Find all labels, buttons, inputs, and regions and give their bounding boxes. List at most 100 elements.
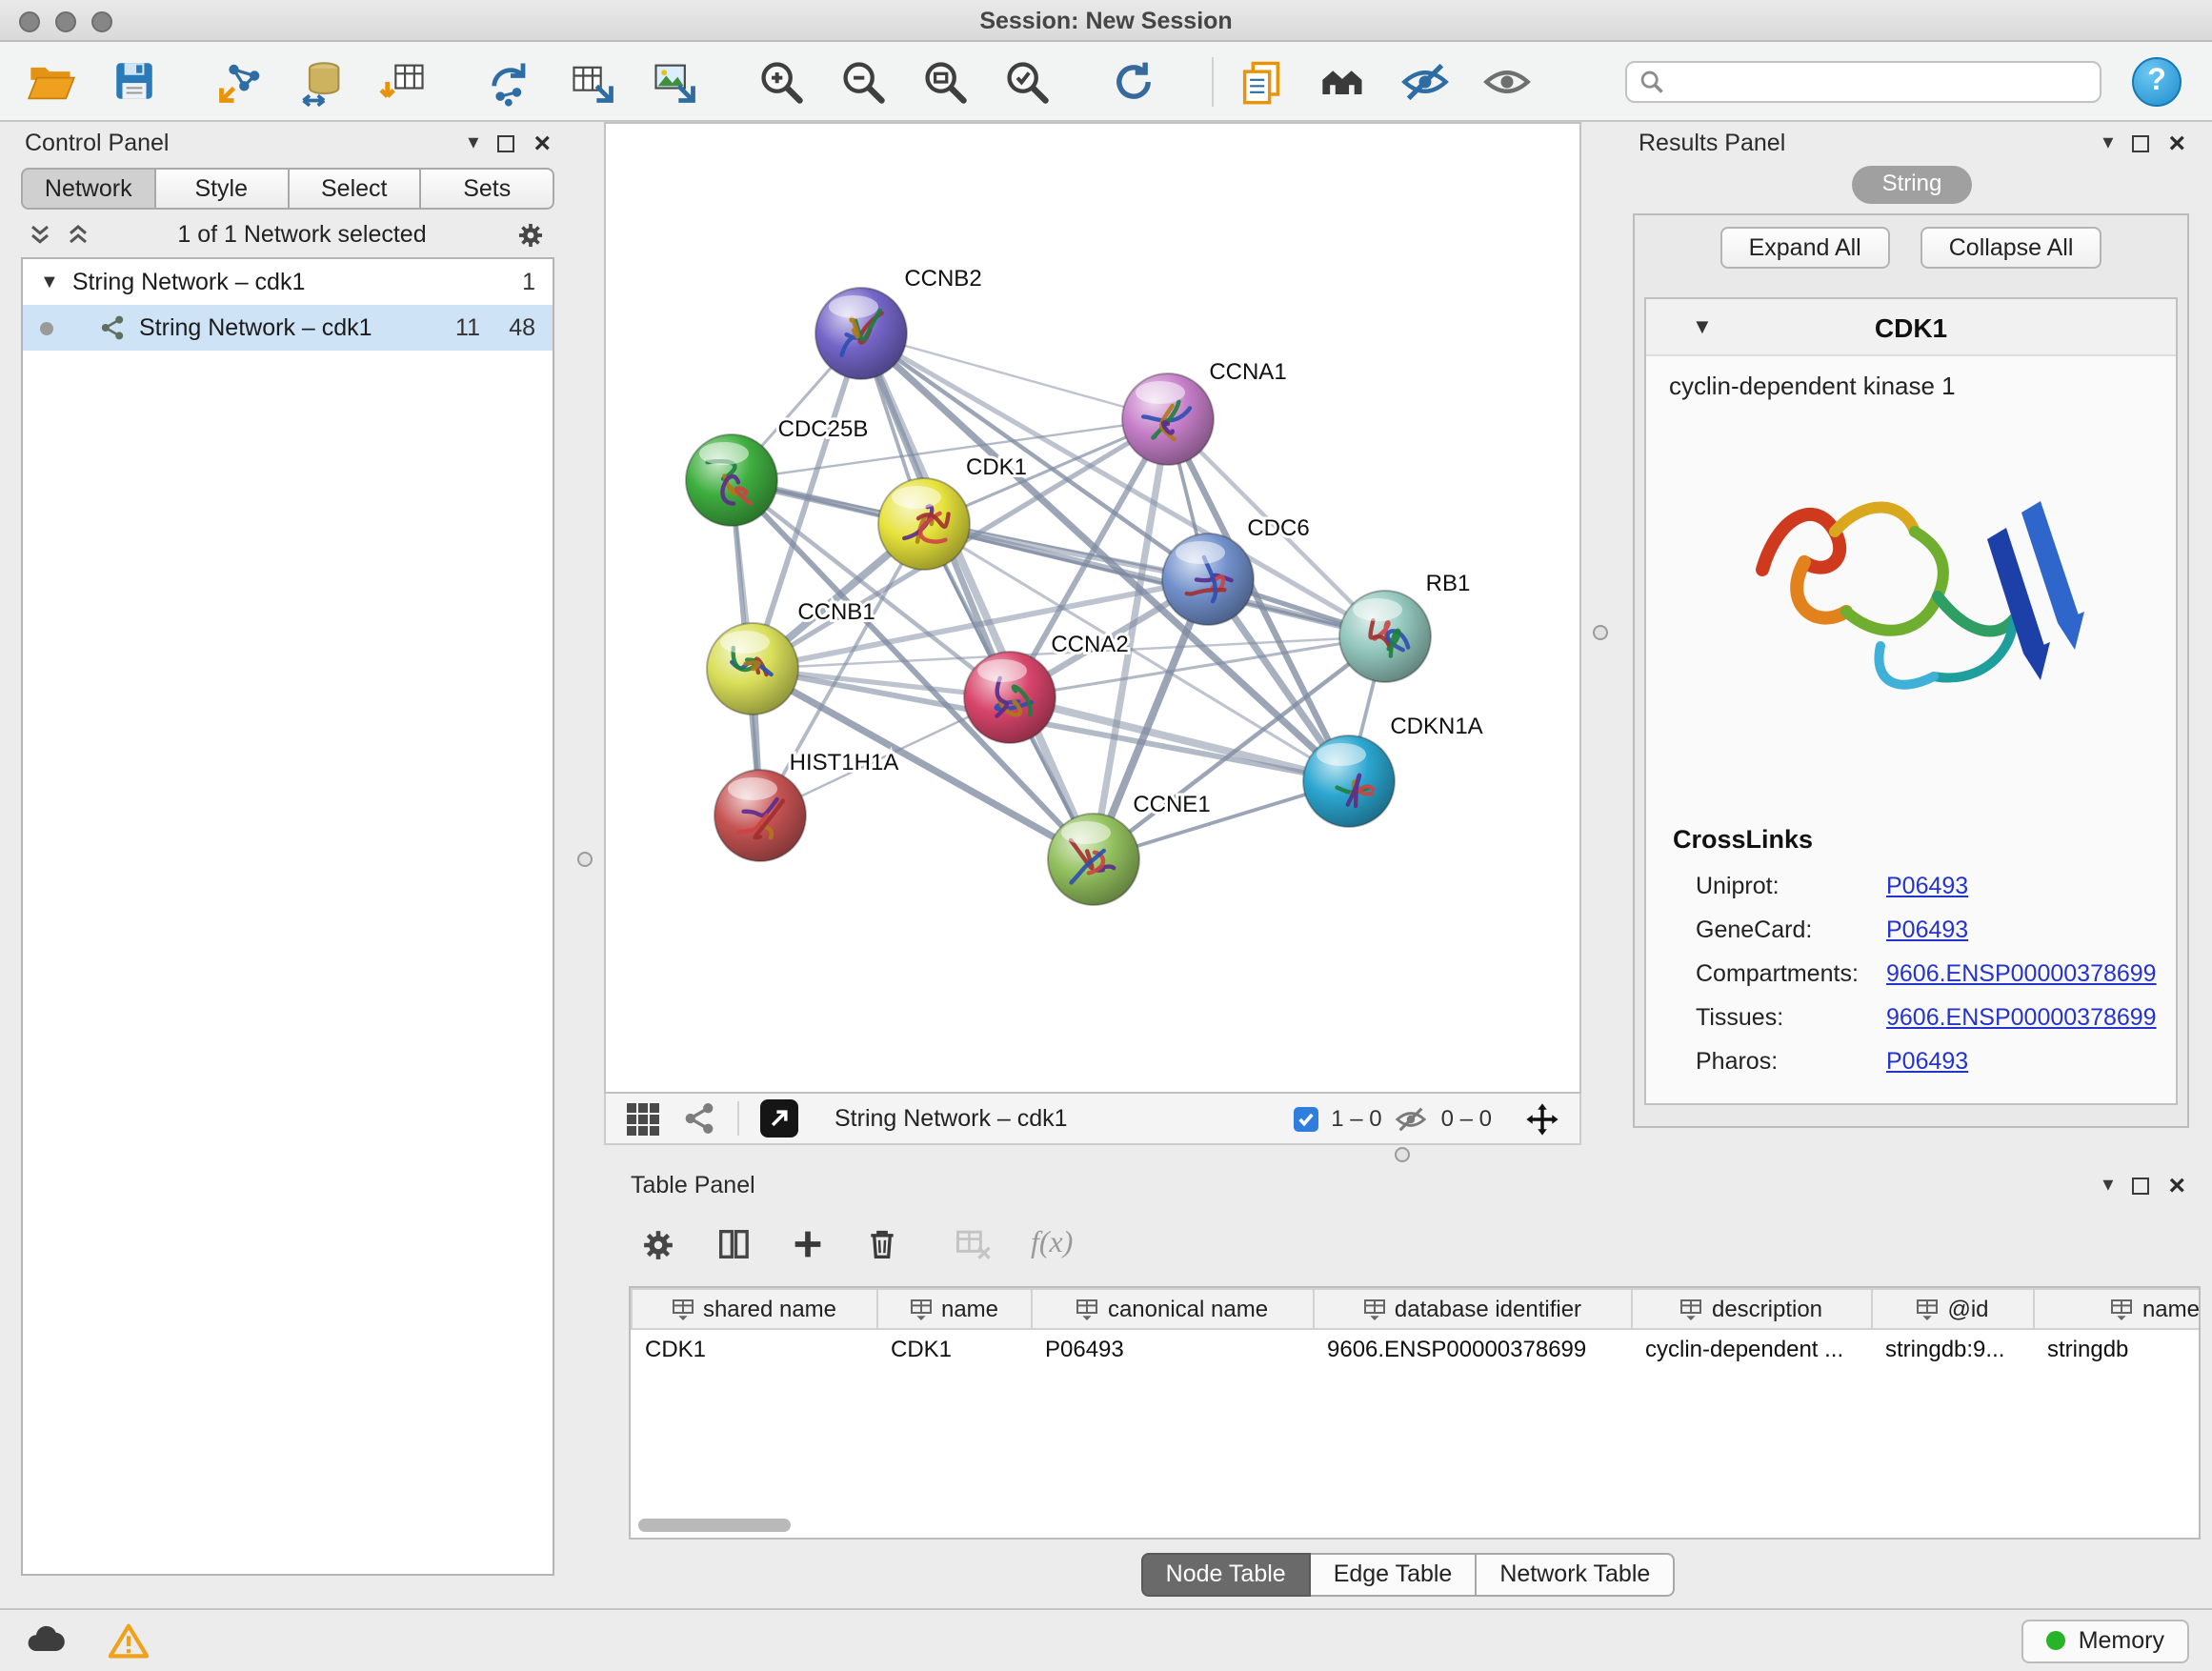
tree-expand-icon[interactable]: ▼ (40, 272, 59, 292)
export-table-button[interactable] (564, 52, 621, 110)
selected-nodes-checkbox[interactable] (1293, 1106, 1317, 1131)
add-column-icon[interactable] (789, 1225, 827, 1263)
edge-CCNB2-CCNE1[interactable] (861, 333, 1094, 859)
save-session-button[interactable] (105, 52, 162, 110)
refresh-view-button[interactable] (1105, 52, 1162, 110)
table-cell[interactable]: stringdb:9... (1872, 1329, 2034, 1367)
hidden-items-icon[interactable] (1396, 1102, 1428, 1135)
crosslink-value-link[interactable]: 9606.ENSP00000378699 (1886, 959, 2157, 986)
protein-card-header[interactable]: ▼ CDK1 (1646, 299, 2176, 356)
table-cell[interactable]: 9606.ENSP00000378699 (1314, 1329, 1632, 1367)
string-network-graph[interactable]: CCNB2CCNA1CDC25BCDK1CDC6RB1CCNB1CCNA2CDK… (606, 124, 1579, 1092)
crosslink-value-link[interactable]: P06493 (1886, 916, 1968, 942)
tab-node-table[interactable]: Node Table (1141, 1553, 1311, 1597)
close-panel-icon[interactable]: × (533, 129, 551, 157)
column-header--id[interactable]: @id (1872, 1289, 2034, 1329)
gear-icon[interactable] (514, 218, 547, 251)
column-header-shared-name[interactable]: shared name (632, 1289, 877, 1329)
delete-column-icon[interactable] (863, 1225, 901, 1263)
crosslink-value-link[interactable]: 9606.ENSP00000378699 (1886, 1003, 2157, 1030)
node-CDKN1A[interactable] (1303, 735, 1395, 827)
horizontal-splitter-handle[interactable] (1395, 1147, 1410, 1162)
float-panel-icon[interactable] (497, 134, 514, 151)
table-cell[interactable]: P06493 (1032, 1329, 1314, 1367)
left-splitter-handle[interactable] (577, 852, 593, 867)
network-overview-icon[interactable] (682, 1101, 716, 1136)
crosslink-value-link[interactable]: P06493 (1886, 1047, 1968, 1074)
node-CCNB2[interactable] (815, 288, 907, 379)
panel-menu-icon[interactable]: ▾ (2102, 132, 2113, 153)
hide-selected-button[interactable] (1397, 52, 1454, 110)
memory-button[interactable]: Memory (2021, 1619, 2189, 1662)
right-splitter-handle[interactable] (1593, 625, 1608, 640)
tab-network[interactable]: Network (21, 168, 156, 210)
node-CDC6[interactable] (1162, 534, 1254, 625)
expand-all-button[interactable]: Expand All (1720, 227, 1890, 269)
close-window-button[interactable] (19, 10, 40, 31)
collapse-section-icon[interactable]: ▼ (1692, 315, 1713, 338)
gear-icon[interactable] (638, 1224, 678, 1264)
new-network-from-selection-button[interactable] (482, 52, 539, 110)
show-columns-icon[interactable] (714, 1225, 753, 1263)
tab-select[interactable]: Select (289, 168, 422, 210)
network-view-canvas[interactable]: CCNB2CCNA1CDC25BCDK1CDC6RB1CCNB1CCNA2CDK… (604, 122, 1581, 1094)
birds-eye-view-icon[interactable] (625, 1100, 661, 1137)
tab-sets[interactable]: Sets (422, 168, 555, 210)
column-header-canonical-name[interactable]: canonical name (1032, 1289, 1314, 1329)
import-network-from-database-button[interactable] (293, 52, 351, 110)
column-header-name[interactable]: name (877, 1289, 1032, 1329)
column-header-database-identifier[interactable]: database identifier (1314, 1289, 1632, 1329)
open-session-button[interactable] (23, 52, 80, 110)
node-CCNB1[interactable] (707, 623, 798, 715)
float-panel-icon[interactable] (2132, 134, 2149, 151)
node-CDC25B[interactable] (686, 434, 777, 526)
tab-edge-table[interactable]: Edge Table (1311, 1553, 1478, 1597)
maximize-window-button[interactable] (91, 10, 112, 31)
table-cell[interactable]: CDK1 (632, 1329, 877, 1367)
column-header-description[interactable]: description (1632, 1289, 1872, 1329)
network-row-selected[interactable]: String Network – cdk1 11 48 (23, 305, 553, 351)
crosslink-value-link[interactable]: P06493 (1886, 872, 1968, 898)
tab-network-table[interactable]: Network Table (1477, 1553, 1675, 1597)
node-CCNA1[interactable] (1122, 373, 1214, 465)
node-CCNA2[interactable] (964, 652, 1056, 743)
show-selected-button[interactable] (1478, 52, 1536, 110)
minimize-window-button[interactable] (55, 10, 76, 31)
table-cell[interactable]: CDK1 (877, 1329, 1032, 1367)
node-CCNE1[interactable] (1048, 814, 1139, 905)
help-button[interactable]: ? (2132, 56, 2182, 106)
column-header-namespace[interactable]: namespace (2034, 1289, 2201, 1329)
network-collection-row[interactable]: ▼ String Network – cdk1 1 (23, 259, 553, 305)
string-tab-badge[interactable]: String (1852, 166, 1973, 204)
float-panel-icon[interactable] (2132, 1177, 2149, 1194)
tab-style[interactable]: Style (156, 168, 290, 210)
zoom-in-button[interactable] (753, 52, 810, 110)
export-image-button[interactable] (646, 52, 703, 110)
close-panel-icon[interactable]: × (2168, 129, 2185, 157)
node-HIST1H1A[interactable] (714, 770, 806, 861)
horizontal-scrollbar[interactable] (638, 1519, 791, 1532)
duplicate-button[interactable] (1233, 52, 1290, 110)
node-RB1[interactable] (1339, 591, 1431, 682)
function-builder-button[interactable]: f(x) (1031, 1227, 1073, 1261)
import-network-from-file-button[interactable] (211, 52, 269, 110)
zoom-fit-button[interactable] (916, 52, 974, 110)
pan-move-icon[interactable] (1524, 1100, 1560, 1137)
table-cell[interactable]: stringdb (2034, 1329, 2201, 1367)
zoom-selected-button[interactable] (998, 52, 1056, 110)
close-panel-icon[interactable]: × (2168, 1171, 2185, 1199)
home-button[interactable] (1315, 52, 1372, 110)
table-cell[interactable]: cyclin-dependent ... (1632, 1329, 1872, 1367)
import-table-from-file-button[interactable] (375, 52, 432, 110)
panel-menu-icon[interactable]: ▾ (2102, 1175, 2113, 1196)
table-row[interactable]: CDK1CDK1P064939606.ENSP00000378699cyclin… (632, 1329, 2201, 1367)
warning-icon[interactable] (107, 1619, 151, 1662)
open-in-browser-button[interactable] (760, 1099, 798, 1137)
panel-menu-icon[interactable]: ▾ (468, 132, 478, 153)
node-CDK1[interactable] (878, 478, 970, 570)
cloud-icon[interactable] (23, 1618, 69, 1663)
zoom-out-button[interactable] (835, 52, 892, 110)
search-input[interactable] (1675, 68, 2088, 94)
collapse-all-button[interactable]: Collapse All (1920, 227, 2102, 269)
expand-all-icon[interactable] (29, 223, 51, 246)
